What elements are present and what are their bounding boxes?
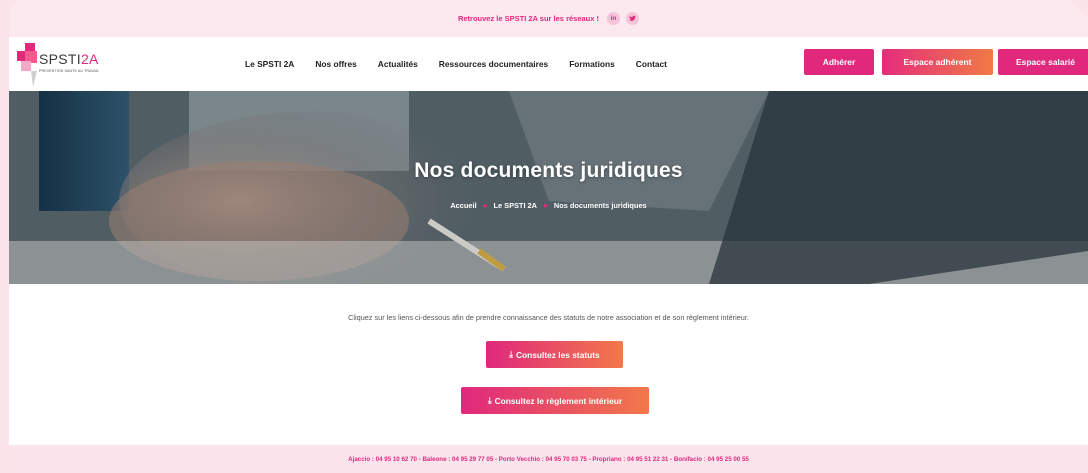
page-title: Nos documents juridiques (414, 159, 683, 182)
breadcrumb-separator: ● (543, 201, 548, 210)
main-navbar: SPSTI2A PREVENTION SANTE AU TRAVAIL Le S… (9, 37, 1088, 91)
breadcrumb: Accueil ● Le SPSTI 2A ● Nos documents juridi… (9, 201, 1088, 210)
nav-item-ressources[interactable]: Ressources documentaires (439, 59, 548, 69)
top-social-bar: Retrouvez le SPSTI 2A sur les réseaux ! … (9, 0, 1088, 37)
linkedin-icon[interactable]: in (607, 12, 621, 25)
consult-reglement-button[interactable]: ⤓ Consultez le règlement intérieur (461, 387, 649, 414)
social-links: in (607, 12, 640, 25)
hero-banner: Nos documents juridiques Accueil ● Le SPST… (9, 91, 1088, 284)
main-menu: Le SPSTI 2A Nos offres Actualités Ressou… (245, 37, 667, 91)
espace-adherent-button[interactable]: Espace adhérent (882, 49, 993, 75)
social-prompt: Retrouvez le SPSTI 2A sur les réseaux ! (457, 14, 600, 23)
nav-item-le-spsti[interactable]: Le SPSTI 2A (245, 59, 294, 69)
hero-background-photo (9, 91, 1088, 284)
intro-text: Cliquez sur les liens ci-dessous afin de… (348, 313, 749, 322)
nav-item-contact[interactable]: Contact (636, 59, 667, 69)
download-icon: ⤓ (487, 395, 492, 405)
twitter-icon[interactable] (626, 12, 640, 25)
logo-tagline: PREVENTION SANTE AU TRAVAIL (39, 69, 100, 73)
download-icon: ⤓ (509, 349, 513, 359)
frame-corner-left (0, 0, 18, 18)
breadcrumb-le-spsti[interactable]: Le SPSTI 2A (493, 201, 537, 210)
site-logo[interactable]: SPSTI2A PREVENTION SANTE AU TRAVAIL (17, 41, 137, 87)
nav-item-nos-offres[interactable]: Nos offres (315, 59, 356, 69)
espace-salarie-button[interactable]: Espace salarié (998, 49, 1088, 75)
consult-statuts-label: Consultez les statuts (515, 349, 600, 360)
consult-statuts-button[interactable]: ⤓ Consultez les statuts (486, 341, 623, 368)
nav-item-formations[interactable]: Formations (569, 59, 615, 69)
breadcrumb-current: Nos documents juridiques (553, 201, 647, 210)
footer-phone-strip: Ajaccio : 04 95 10 62 70 - Baleone : 04 … (9, 445, 1088, 473)
adherer-button[interactable]: Adhérer (804, 49, 874, 75)
consult-reglement-label: Consultez le règlement intérieur (494, 395, 623, 406)
page: Retrouvez le SPSTI 2A sur les réseaux ! … (9, 0, 1088, 473)
nav-item-actualites[interactable]: Actualités (378, 59, 418, 69)
frame-corner-right (1070, 0, 1088, 18)
breadcrumb-separator: ● (482, 201, 488, 210)
logo-wordmark: SPSTI2A (39, 51, 99, 67)
breadcrumb-home[interactable]: Accueil (450, 201, 476, 210)
